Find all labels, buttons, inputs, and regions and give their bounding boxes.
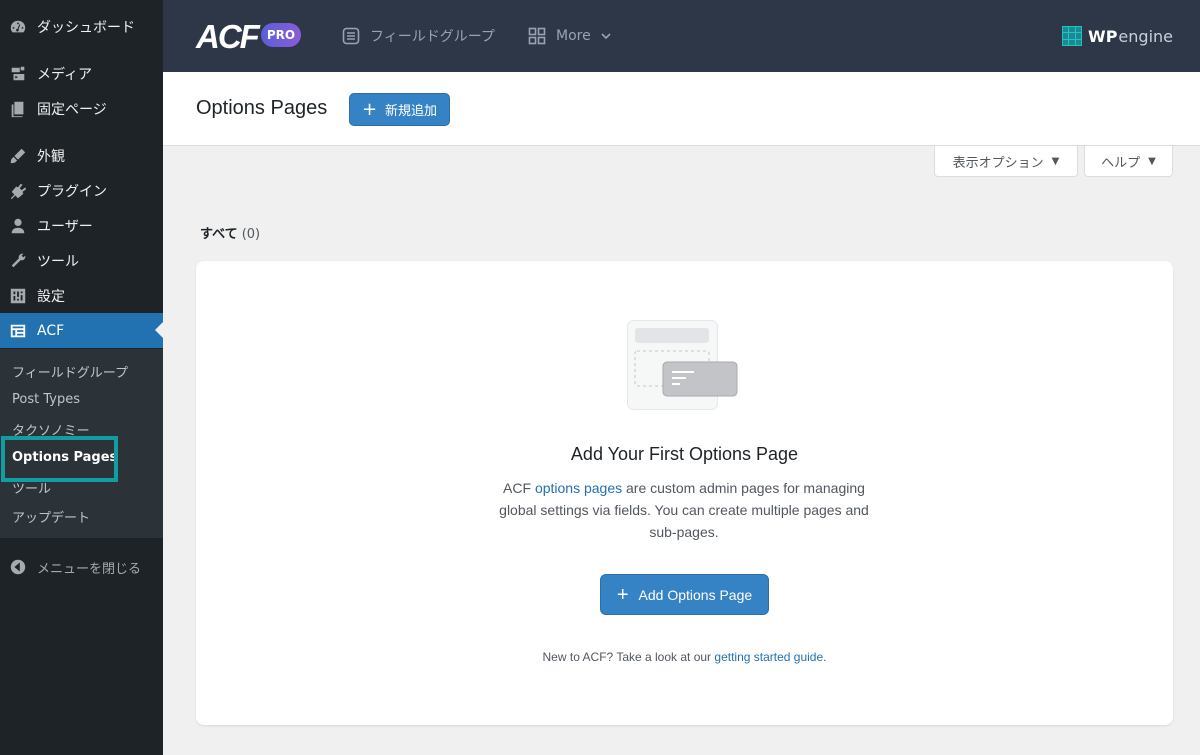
- plus-icon: +: [616, 583, 629, 606]
- sidebar-item-label: ダッシュボード: [37, 19, 135, 36]
- filter-all-label: すべて: [200, 227, 238, 242]
- admin-sidebar: ダッシュボード メディア 固定ページ 外観 プラグイン ユーザー ツール 設定 …: [0, 0, 163, 755]
- empty-state-description: ACF options pages are custom admin pages…: [484, 477, 884, 543]
- sidebar-item-label: ユーザー: [37, 218, 93, 235]
- sidebar-item-media[interactable]: メディア: [0, 56, 163, 91]
- caret-down-icon: ▼: [1051, 155, 1060, 167]
- sidebar-item-dashboard[interactable]: ダッシュボード: [0, 9, 163, 44]
- filter-all-count: (0): [241, 227, 261, 242]
- sidebar-item-label: プラグイン: [37, 183, 107, 200]
- collapse-menu-button[interactable]: メニューを閉じる: [0, 557, 163, 577]
- submenu-item-field-groups[interactable]: フィールドグループ: [12, 362, 128, 381]
- wp-engine-wp-text: WP: [1088, 26, 1118, 46]
- getting-started-note: New to ACF? Take a look at our getting s…: [196, 650, 1173, 664]
- sidebar-item-label: 固定ページ: [37, 101, 107, 118]
- nav-more-label: More: [556, 28, 591, 44]
- empty-state-title: Add Your First Options Page: [570, 444, 799, 464]
- collapse-label: メニューを閉じる: [37, 561, 142, 577]
- pro-badge: PRO: [261, 23, 301, 47]
- submenu-item-updates[interactable]: アップデート: [12, 507, 90, 526]
- add-new-button[interactable]: + 新規追加: [349, 93, 450, 126]
- caret-down-icon: ▼: [1148, 155, 1156, 167]
- options-page-illustration-icon: [627, 320, 738, 410]
- wp-engine-mark-icon: [1062, 26, 1083, 46]
- add-new-label: 新規追加: [385, 104, 438, 119]
- options-pages-link[interactable]: options pages: [535, 480, 622, 496]
- page-header: Options Pages + 新規追加: [163, 72, 1200, 146]
- wp-engine-engine-text: engine: [1118, 26, 1173, 46]
- users-icon: [8, 216, 28, 236]
- screen-options-label: 表示オプション: [952, 155, 1044, 171]
- nav-field-groups[interactable]: フィールドグループ: [342, 24, 495, 48]
- sidebar-item-plugins[interactable]: プラグイン: [0, 173, 163, 208]
- sidebar-item-tools[interactable]: ツール: [0, 243, 163, 278]
- note-suffix: .: [823, 650, 827, 664]
- tools-icon: [8, 251, 28, 271]
- help-button[interactable]: ヘルプ ▼: [1084, 146, 1173, 177]
- plugins-icon: [8, 181, 28, 201]
- sidebar-item-users[interactable]: ユーザー: [0, 208, 163, 243]
- sidebar-item-label: ツール: [37, 253, 79, 270]
- add-options-page-button[interactable]: + Add Options Page: [600, 574, 769, 615]
- sidebar-item-settings[interactable]: 設定: [0, 278, 163, 313]
- nav-field-groups-label: フィールドグループ: [370, 29, 495, 45]
- list-icon: [342, 27, 360, 45]
- screen-options-button[interactable]: 表示オプション ▼: [934, 146, 1078, 177]
- collapse-arrow-icon: [9, 558, 27, 576]
- media-icon: [8, 64, 28, 84]
- appearance-icon: [8, 146, 28, 166]
- sidebar-item-appearance[interactable]: 外観: [0, 138, 163, 173]
- sidebar-item-label: ACF: [37, 322, 65, 339]
- highlight-box: [1, 436, 118, 482]
- dashboard-icon: [8, 17, 28, 37]
- getting-started-guide-link[interactable]: getting started guide: [714, 650, 823, 664]
- chevron-down-icon: [601, 33, 611, 40]
- sidebar-item-pages[interactable]: 固定ページ: [0, 91, 163, 126]
- submenu-item-post-types[interactable]: Post Types: [12, 392, 80, 407]
- page-title: Options Pages: [196, 97, 328, 119]
- add-options-page-label: Add Options Page: [638, 586, 753, 603]
- nav-more[interactable]: More: [528, 24, 612, 48]
- grid-icon: [528, 27, 546, 45]
- acf-icon: [8, 321, 28, 341]
- acf-header: ACF PRO フィールドグループ More WP engine: [163, 0, 1200, 72]
- pages-icon: [8, 99, 28, 119]
- help-label: ヘルプ: [1101, 155, 1141, 171]
- sidebar-item-label: 外観: [37, 148, 65, 165]
- desc-prefix: ACF: [503, 480, 535, 496]
- empty-state-card: Add Your First Options Page ACF options …: [196, 261, 1173, 725]
- sidebar-item-acf[interactable]: ACF: [0, 313, 163, 348]
- plus-icon: +: [361, 98, 378, 120]
- wp-engine-logo[interactable]: WP engine: [1062, 24, 1173, 48]
- note-prefix: New to ACF? Take a look at our: [542, 650, 715, 664]
- filter-all-link[interactable]: すべて (0): [200, 223, 260, 242]
- sidebar-item-label: 設定: [37, 288, 65, 305]
- sidebar-item-label: メディア: [37, 66, 93, 83]
- settings-icon: [8, 286, 28, 306]
- acf-logo[interactable]: ACF: [196, 18, 260, 56]
